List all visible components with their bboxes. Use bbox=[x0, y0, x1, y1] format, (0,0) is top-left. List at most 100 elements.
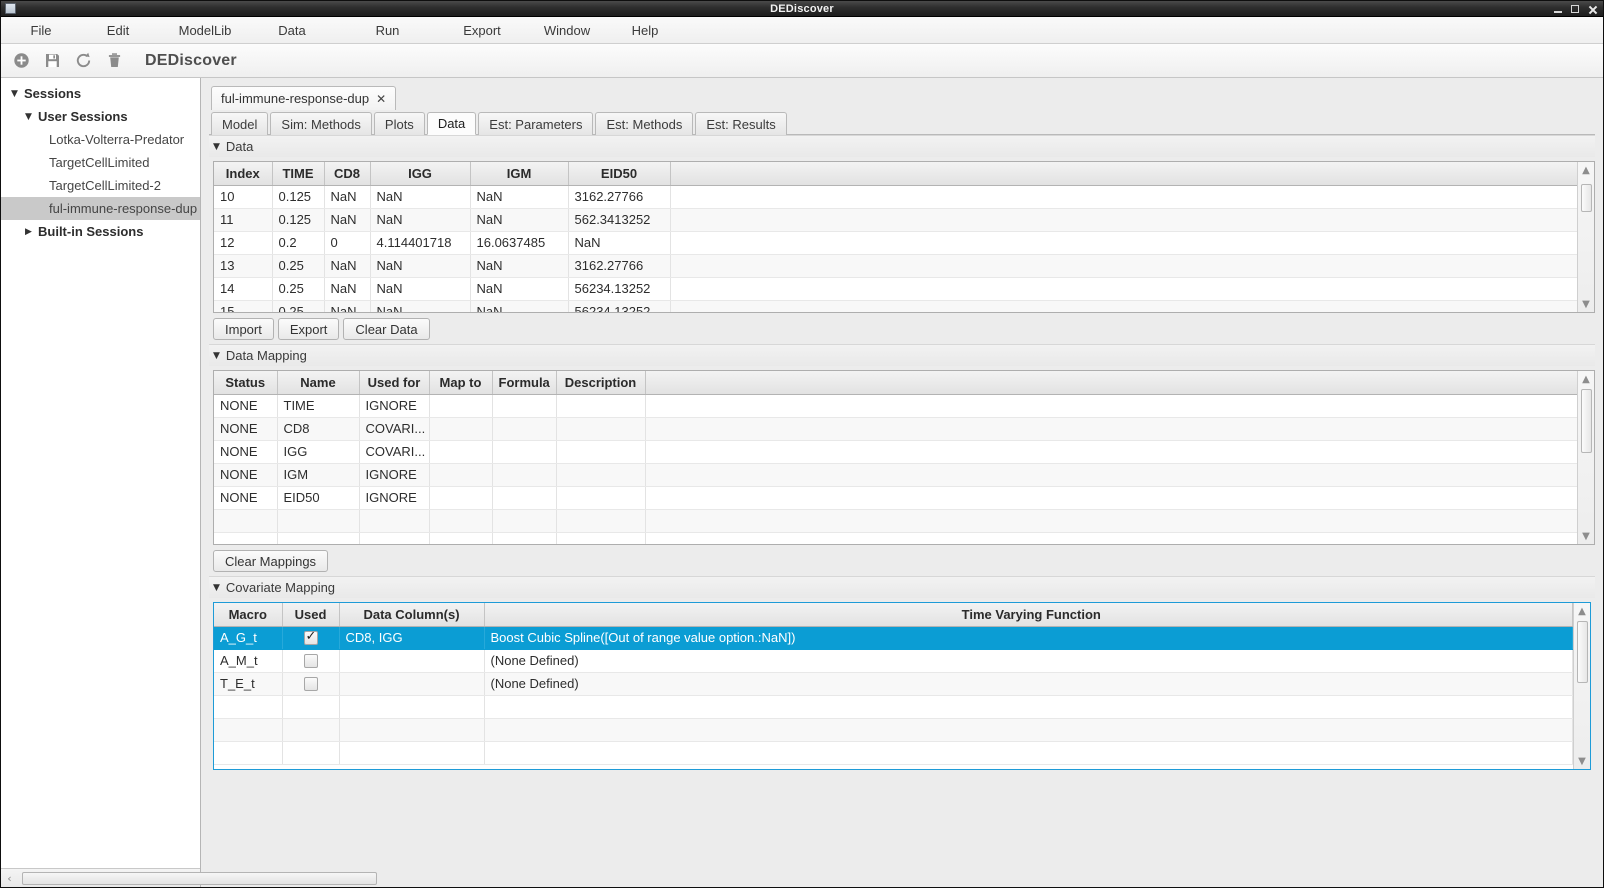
tree-node-user-sessions[interactable]: ▼ User Sessions bbox=[1, 105, 200, 128]
used-checkbox[interactable] bbox=[303, 654, 318, 669]
import-button[interactable]: Import bbox=[213, 318, 274, 340]
tab-data[interactable]: Data bbox=[426, 112, 477, 135]
scrollbar-track[interactable] bbox=[1574, 619, 1591, 753]
col-used-for[interactable]: Used for bbox=[359, 371, 430, 395]
refresh-icon[interactable] bbox=[75, 52, 92, 69]
tab-est-parameters[interactable]: Est: Parameters bbox=[478, 112, 594, 135]
data-table-vertical-scrollbar[interactable]: ▲ ▼ bbox=[1577, 162, 1594, 312]
scroll-up-icon[interactable]: ▲ bbox=[1574, 603, 1591, 619]
table-row[interactable] bbox=[214, 509, 1577, 533]
table-row[interactable]: NONE IGG COVARI... bbox=[214, 440, 1577, 464]
table-row[interactable]: 10 0.125 NaN NaN NaN 3162.27766 bbox=[214, 185, 1577, 209]
col-map-to[interactable]: Map to bbox=[429, 371, 493, 395]
col-cd8[interactable]: CD8 bbox=[324, 162, 371, 186]
cell-used[interactable] bbox=[282, 649, 340, 673]
section-header-data-mapping[interactable]: ▼ Data Mapping bbox=[209, 344, 1595, 366]
col-description[interactable]: Description bbox=[556, 371, 646, 395]
chevron-down-icon[interactable]: ▼ bbox=[213, 351, 220, 361]
col-index[interactable]: Index bbox=[214, 162, 273, 186]
section-header-data[interactable]: ▼ Data bbox=[209, 135, 1595, 157]
col-eid50[interactable]: EID50 bbox=[568, 162, 671, 186]
table-row[interactable]: NONE CD8 COVARI... bbox=[214, 417, 1577, 441]
scrollbar-thumb[interactable] bbox=[22, 871, 377, 885]
chevron-down-icon[interactable]: ▼ bbox=[213, 583, 220, 593]
tab-est-results[interactable]: Est: Results bbox=[695, 112, 787, 135]
clear-data-button[interactable]: Clear Data bbox=[343, 318, 430, 340]
table-row[interactable]: A_M_t (None Defined) bbox=[214, 649, 1573, 673]
tab-sim-methods[interactable]: Sim: Methods bbox=[270, 112, 372, 135]
document-tab-ful-immune-response-dup[interactable]: ful-immune-response-dup ✕ bbox=[211, 86, 397, 110]
col-data-columns[interactable]: Data Column(s) bbox=[339, 603, 485, 627]
used-checkbox[interactable] bbox=[303, 677, 318, 692]
close-icon[interactable] bbox=[1588, 5, 1597, 14]
scroll-down-icon[interactable]: ▼ bbox=[1578, 528, 1595, 544]
table-row[interactable]: 14 0.25 NaN NaN NaN 56234.13252 bbox=[214, 277, 1577, 301]
data-mapping-vertical-scrollbar[interactable]: ▲ ▼ bbox=[1577, 371, 1594, 544]
scroll-left-icon[interactable]: ‹ bbox=[1, 870, 18, 887]
sidebar-horizontal-scrollbar[interactable]: ‹ › bbox=[1, 868, 377, 887]
save-icon[interactable] bbox=[44, 52, 61, 69]
scrollbar-track[interactable] bbox=[1578, 178, 1595, 296]
maximize-icon[interactable] bbox=[1571, 5, 1579, 13]
tab-model[interactable]: Model bbox=[211, 112, 269, 135]
scroll-down-icon[interactable]: ▼ bbox=[1574, 753, 1591, 769]
tree-node-ful-immune-response-dup[interactable]: ful-immune-response-dup bbox=[1, 197, 200, 220]
table-row[interactable] bbox=[214, 741, 1573, 765]
col-formula[interactable]: Formula bbox=[492, 371, 557, 395]
covariate-mapping-vertical-scrollbar[interactable]: ▲ ▼ bbox=[1573, 603, 1590, 769]
chevron-down-icon[interactable]: ▼ bbox=[213, 142, 220, 152]
tab-plots[interactable]: Plots bbox=[373, 112, 425, 135]
menu-modellib[interactable]: ModelLib bbox=[161, 20, 249, 41]
menu-edit[interactable]: Edit bbox=[75, 20, 161, 41]
col-status[interactable]: Status bbox=[214, 371, 278, 395]
table-row[interactable] bbox=[214, 718, 1573, 742]
cell-used[interactable] bbox=[282, 626, 340, 650]
table-row[interactable]: NONE EID50 IGNORE bbox=[214, 486, 1577, 510]
col-used[interactable]: Used bbox=[282, 603, 340, 627]
table-row[interactable]: T_E_t (None Defined) bbox=[214, 672, 1573, 696]
add-icon[interactable] bbox=[13, 52, 30, 69]
export-button[interactable]: Export bbox=[277, 318, 340, 340]
chevron-right-icon[interactable]: ▶ bbox=[25, 227, 33, 237]
tree-node-builtin-sessions[interactable]: ▶ Built-in Sessions bbox=[1, 220, 200, 243]
scroll-up-icon[interactable]: ▲ bbox=[1578, 371, 1595, 387]
covariate-mapping-scrollarea[interactable]: Macro Used Data Column(s) Time Varying F… bbox=[214, 603, 1573, 769]
used-checkbox[interactable] bbox=[303, 629, 318, 646]
data-mapping-scrollarea[interactable]: Status Name Used for Map to Formula Desc… bbox=[214, 371, 1577, 544]
menu-data[interactable]: Data bbox=[249, 20, 335, 41]
menu-window[interactable]: Window bbox=[524, 20, 610, 41]
table-row[interactable] bbox=[214, 695, 1573, 719]
col-name[interactable]: Name bbox=[277, 371, 360, 395]
section-header-covariate-mapping[interactable]: ▼ Covariate Mapping bbox=[209, 576, 1595, 598]
trash-icon[interactable] bbox=[106, 52, 123, 69]
chevron-down-icon[interactable]: ▼ bbox=[11, 89, 19, 99]
clear-mappings-button[interactable]: Clear Mappings bbox=[213, 550, 329, 572]
tree-node-sessions[interactable]: ▼ Sessions bbox=[1, 82, 200, 105]
col-igg[interactable]: IGG bbox=[370, 162, 471, 186]
tab-close-icon[interactable]: ✕ bbox=[376, 92, 386, 106]
table-row[interactable]: NONE IGM IGNORE bbox=[214, 463, 1577, 487]
scroll-down-icon[interactable]: ▼ bbox=[1578, 296, 1595, 312]
tree-node-targetcelllimited-2[interactable]: TargetCellLimited-2 bbox=[1, 174, 200, 197]
tree-node-targetcelllimited[interactable]: TargetCellLimited bbox=[1, 151, 200, 174]
table-row[interactable]: 13 0.25 NaN NaN NaN 3162.27766 bbox=[214, 254, 1577, 278]
scrollbar-thumb[interactable] bbox=[1580, 389, 1592, 453]
scroll-up-icon[interactable]: ▲ bbox=[1578, 162, 1595, 178]
table-row[interactable]: 11 0.125 NaN NaN NaN 562.3413252 bbox=[214, 208, 1577, 232]
col-time[interactable]: TIME bbox=[272, 162, 325, 186]
scrollbar-track[interactable] bbox=[1578, 387, 1595, 528]
menu-export[interactable]: Export bbox=[440, 20, 524, 41]
table-row[interactable]: NONE TIME IGNORE bbox=[214, 394, 1577, 418]
table-row[interactable]: A_G_t CD8, IGG Boost Cubic Spline([Out o… bbox=[214, 626, 1573, 650]
data-table-scrollarea[interactable]: Index TIME CD8 IGG IGM EID50 10 0.125 Na… bbox=[214, 162, 1577, 312]
chevron-down-icon[interactable]: ▼ bbox=[25, 112, 33, 122]
menu-help[interactable]: Help bbox=[610, 20, 680, 41]
menu-file[interactable]: File bbox=[7, 20, 75, 41]
cell-used[interactable] bbox=[282, 672, 340, 696]
tab-est-methods[interactable]: Est: Methods bbox=[595, 112, 694, 135]
table-row[interactable] bbox=[214, 532, 1577, 544]
scrollbar-thumb[interactable] bbox=[1576, 621, 1588, 683]
table-row[interactable]: 12 0.2 0 4.114401718 16.0637485 NaN bbox=[214, 231, 1577, 255]
col-igm[interactable]: IGM bbox=[470, 162, 569, 186]
col-macro[interactable]: Macro bbox=[214, 603, 283, 627]
